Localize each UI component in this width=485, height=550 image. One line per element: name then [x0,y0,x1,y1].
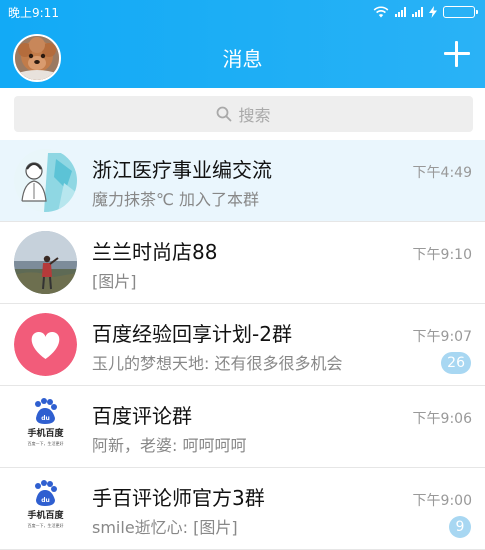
landscape-person-avatar-icon [14,231,77,294]
conversation-item[interactable]: 兰兰时尚店88 [图片] 下午9:10 [0,222,485,304]
conversation-time: 下午9:00 [412,493,472,509]
baidu-logo-icon: du 手机百度 百度一下，生活更好 [14,395,77,458]
conversation-item[interactable]: du 手机百度 百度一下，生活更好 手百评论师官方3群 smile逝忆心: [图… [0,468,485,550]
search-placeholder: 搜索 [238,106,271,125]
conversation-preview: 阿新，老婆: 呵呵呵呵 [92,436,247,455]
status-time: 晚上9:11 [8,6,59,20]
status-bar: 晚上9:11 [0,0,485,24]
conversation-time: 下午9:10 [412,247,472,263]
conversation-time: 下午9:07 [412,329,472,345]
wifi-icon [373,6,389,18]
logo-slogan: 百度一下，生活更好 [28,522,64,528]
status-icons [373,3,478,21]
search-area: 搜索 [0,88,485,140]
battery-icon [443,6,478,18]
conversation-name: 手百评论师官方3群 [92,486,265,510]
page-title: 消息 [222,47,263,71]
contact-avatar [14,231,77,294]
conversation-time: 下午9:06 [412,411,472,427]
charging-icon [429,6,437,18]
signal-icon [412,7,423,17]
svg-text:du: du [41,497,50,504]
unread-badge: 9 [449,516,471,538]
logo-app-name: 手机百度 [27,427,64,439]
conversation-name: 百度经验回享计划-2群 [92,322,292,346]
conversation-item[interactable]: du 手机百度 百度一下，生活更好 百度评论群 阿新，老婆: 呵呵呵呵 下午9:… [0,386,485,468]
group-avatar [14,149,77,212]
group-avatar [14,313,77,376]
medical-group-avatar-icon [14,149,77,212]
signal-icon [395,7,406,17]
heart-icon [14,313,77,376]
search-icon [217,106,232,122]
add-button[interactable] [439,36,475,72]
conversation-name: 百度评论群 [92,404,192,428]
conversation-name: 浙江医疗事业编交流 [92,158,272,182]
conversation-time: 下午4:49 [412,165,472,181]
svg-text:du: du [41,415,50,422]
conversation-name: 兰兰时尚店88 [92,240,218,264]
conversation-item[interactable]: 浙江医疗事业编交流 魔力抹茶℃ 加入了本群 下午4:49 [0,140,485,222]
conversation-preview: 玉儿的梦想天地: 还有很多很多机会 [92,354,343,373]
logo-slogan: 百度一下，生活更好 [28,440,64,446]
search-input[interactable]: 搜索 [14,96,473,132]
conversation-item[interactable]: 百度经验回享计划-2群 玉儿的梦想天地: 还有很多很多机会 下午9:07 26 [0,304,485,386]
baidu-logo-icon: du 手机百度 百度一下，生活更好 [14,477,77,540]
group-avatar: du 手机百度 百度一下，生活更好 [14,477,77,540]
group-avatar: du 手机百度 百度一下，生活更好 [14,395,77,458]
conversation-preview: [图片] [92,272,137,291]
top-bar: 晚上9:11 消息 [0,0,485,88]
logo-app-name: 手机百度 [27,509,64,521]
conversation-preview: 魔力抹茶℃ 加入了本群 [92,190,260,209]
conversation-preview: smile逝忆心: [图片] [92,518,238,537]
unread-badge: 26 [441,352,471,374]
